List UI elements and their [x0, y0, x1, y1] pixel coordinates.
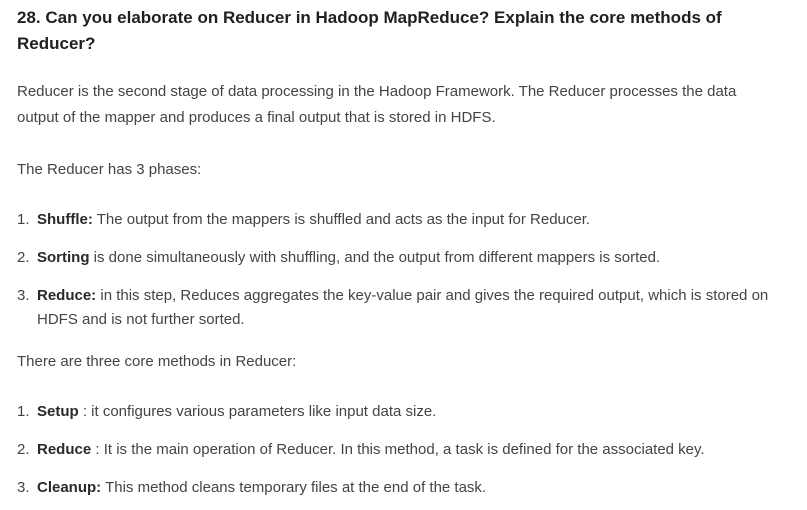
list-number: 1.	[17, 211, 30, 228]
term-label: Reduce:	[37, 287, 97, 304]
list-item: 2. Reduce : It is the main operation of …	[17, 438, 792, 462]
phases-intro-text: The Reducer has 3 phases:	[17, 161, 202, 178]
list-number: 3.	[17, 479, 30, 496]
question-title: 28. Can you elaborate on Reducer in Hado…	[17, 8, 722, 53]
term-label: Sorting	[37, 249, 90, 266]
term-description: : it configures various parameters like …	[78, 403, 437, 420]
intro-paragraph: Reducer is the second stage of data proc…	[17, 83, 737, 126]
list-item-text: Reduce : It is the main operation of Red…	[37, 438, 792, 462]
list-item-text: Reduce: in this step, Reduces aggregates…	[37, 284, 792, 332]
term-label: Cleanup:	[37, 479, 102, 496]
list-item-text: Cleanup: This method cleans temporary fi…	[37, 476, 792, 500]
term-description: The output from the mappers is shuffled …	[92, 211, 591, 228]
list-item: 1. Setup : it configures various paramet…	[17, 400, 792, 424]
term-label: Shuffle:	[37, 211, 93, 228]
list-item-text: Setup : it configures various parameters…	[37, 400, 792, 424]
term-label: Setup	[37, 403, 79, 420]
term-description: is done simultaneously with shuffling, a…	[89, 249, 661, 266]
list-number: 2.	[17, 249, 30, 266]
term-label: Reduce	[37, 441, 92, 458]
list-number: 2.	[17, 441, 30, 458]
list-item: 3. Cleanup: This method cleans temporary…	[17, 476, 792, 500]
term-description: in this step, Reduces aggregates the key…	[37, 287, 769, 328]
methods-intro-text: There are three core methods in Reducer:	[17, 353, 297, 370]
list-item: 2. Sorting is done simultaneously with s…	[17, 246, 792, 270]
term-description: : It is the main operation of Reducer. I…	[91, 441, 705, 458]
list-number: 1.	[17, 403, 30, 420]
list-number: 3.	[17, 287, 30, 304]
list-item: 3. Reduce: in this step, Reduces aggrega…	[17, 284, 792, 332]
list-item: 1. Shuffle: The output from the mappers …	[17, 208, 792, 232]
list-item-text: Sorting is done simultaneously with shuf…	[37, 246, 792, 270]
term-description: This method cleans temporary files at th…	[101, 479, 487, 496]
list-item-text: Shuffle: The output from the mappers is …	[37, 208, 792, 232]
